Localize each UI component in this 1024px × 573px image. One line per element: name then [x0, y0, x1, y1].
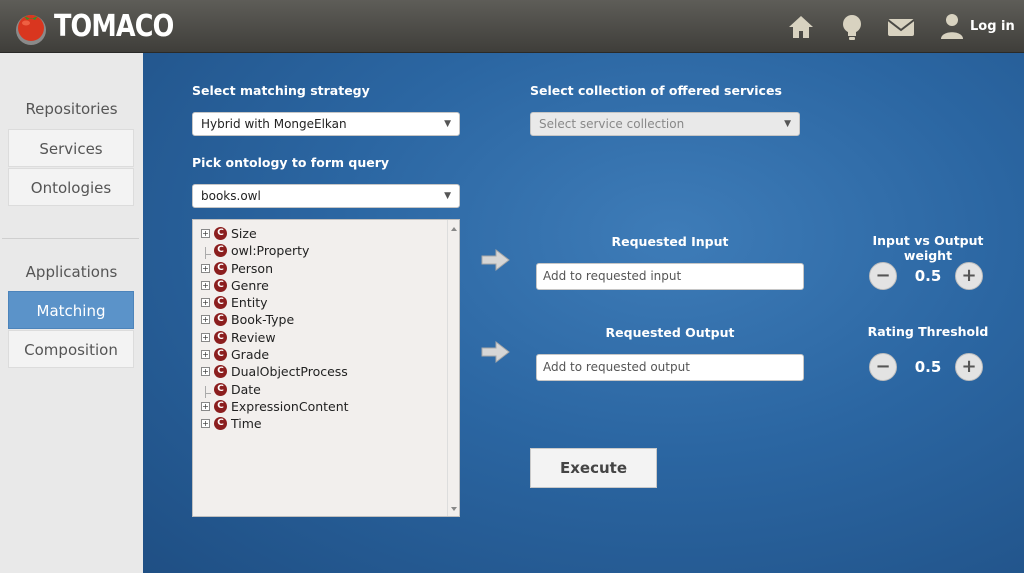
tree-node-label: Grade — [231, 347, 270, 362]
tree-node-label: Entity — [231, 295, 268, 310]
tree-node[interactable]: + C Genre — [201, 277, 269, 294]
login-button[interactable]: Log in — [940, 12, 1015, 40]
ontology-label: Pick ontology to form query — [192, 155, 390, 170]
sidebar-divider — [2, 238, 139, 239]
tree-node[interactable]: + C Entity — [201, 294, 268, 311]
class-icon: C — [214, 365, 227, 378]
user-icon — [941, 14, 963, 39]
tree-node[interactable]: + C Size — [201, 225, 257, 242]
tomato-icon — [16, 15, 46, 45]
expand-icon[interactable]: + — [201, 419, 210, 428]
top-bar: TOMACO Log in — [0, 0, 1024, 53]
class-icon: C — [214, 244, 227, 257]
tree-node-label: Review — [231, 330, 276, 345]
tree-node-label: owl:Property — [231, 243, 310, 258]
class-icon: C — [214, 383, 227, 396]
expand-icon[interactable]: + — [201, 264, 210, 273]
tree-node-label: Size — [231, 226, 257, 241]
tree-node-label: Person — [231, 261, 274, 276]
strategy-label: Select matching strategy — [192, 83, 370, 98]
weight-value: 0.5 — [914, 267, 942, 285]
tree-node[interactable]: C owl:Property — [201, 242, 309, 259]
arrow-right-icon — [481, 340, 510, 364]
expand-icon[interactable]: + — [201, 333, 210, 342]
lightbulb-icon[interactable] — [837, 12, 867, 42]
chevron-down-icon: ▼ — [444, 191, 451, 201]
collection-select[interactable]: Select service collection ▼ — [530, 112, 800, 136]
execute-button[interactable]: Execute — [530, 448, 657, 488]
expand-icon[interactable]: + — [201, 402, 210, 411]
class-icon: C — [214, 279, 227, 292]
sidebar-item-ontologies[interactable]: Ontologies — [8, 168, 134, 206]
tree-node-label: ExpressionContent — [231, 399, 349, 414]
threshold-label: Rating Threshold — [867, 324, 989, 339]
expand-icon[interactable]: + — [201, 367, 210, 376]
weight-decrement-button[interactable]: − — [869, 262, 897, 290]
expand-icon[interactable]: + — [201, 350, 210, 359]
class-icon: C — [214, 296, 227, 309]
login-label: Log in — [970, 18, 1015, 34]
app-logo[interactable]: TOMACO — [12, 6, 195, 46]
mail-icon[interactable] — [886, 12, 916, 42]
tree-node[interactable]: + C Review — [201, 329, 276, 346]
collection-label: Select collection of offered services — [530, 83, 782, 98]
threshold-decrement-button[interactable]: − — [869, 353, 897, 381]
class-icon: C — [214, 313, 227, 326]
sidebar-item-matching[interactable]: Matching — [8, 291, 134, 329]
requested-output-field[interactable]: Add to requested output — [536, 354, 804, 381]
requested-output-placeholder: Add to requested output — [543, 360, 690, 374]
scroll-arrows-icon — [451, 227, 457, 511]
tree-scrollbar[interactable] — [447, 220, 459, 516]
tree-node-label: Date — [231, 382, 261, 397]
expand-icon[interactable]: + — [201, 281, 210, 290]
tree-node-label: Time — [231, 416, 262, 431]
class-icon: C — [214, 262, 227, 275]
sidebar-heading-applications: Applications — [25, 263, 118, 281]
tree-node[interactable]: + C DualObjectProcess — [201, 363, 348, 380]
expand-icon[interactable]: + — [201, 315, 210, 324]
threshold-increment-button[interactable]: + — [955, 353, 983, 381]
requested-input-placeholder: Add to requested input — [543, 269, 682, 283]
app-title: TOMACO — [54, 8, 174, 44]
threshold-value: 0.5 — [914, 358, 942, 376]
tree-node[interactable]: + C Book-Type — [201, 311, 294, 328]
class-icon: C — [214, 348, 227, 361]
tree-node-label: DualObjectProcess — [231, 364, 348, 379]
expand-icon[interactable]: + — [201, 298, 210, 307]
class-icon: C — [214, 331, 227, 344]
main-panel: Select matching strategy Hybrid with Mon… — [143, 53, 1024, 573]
sidebar-item-services[interactable]: Services — [8, 129, 134, 167]
sidebar: Repositories Services Ontologies Applica… — [0, 53, 143, 573]
ontology-tree[interactable]: + C Size C owl:Property + C Person + C G… — [192, 219, 460, 517]
class-icon: C — [214, 400, 227, 413]
expand-icon[interactable]: + — [201, 229, 210, 238]
strategy-select[interactable]: Hybrid with MongeElkan ▼ — [192, 112, 460, 136]
sidebar-heading-repositories: Repositories — [25, 100, 118, 118]
tree-node[interactable]: + C Person — [201, 260, 273, 277]
chevron-down-icon: ▼ — [784, 119, 791, 129]
tree-node[interactable]: + C Grade — [201, 346, 269, 363]
tree-node[interactable]: C Date — [201, 381, 261, 398]
arrow-right-icon — [481, 248, 510, 272]
tree-node-label: Genre — [231, 278, 269, 293]
tree-node[interactable]: + C ExpressionContent — [201, 398, 349, 415]
tree-node-label: Book-Type — [231, 312, 295, 327]
requested-input-label: Requested Input — [611, 234, 729, 249]
chevron-down-icon: ▼ — [444, 119, 451, 129]
weight-increment-button[interactable]: + — [955, 262, 983, 290]
home-icon[interactable] — [786, 12, 816, 42]
sidebar-item-composition[interactable]: Composition — [8, 330, 134, 368]
requested-input-field[interactable]: Add to requested input — [536, 263, 804, 290]
class-icon: C — [214, 417, 227, 430]
class-icon: C — [214, 227, 227, 240]
tree-node[interactable]: + C Time — [201, 415, 262, 432]
collection-placeholder: Select service collection — [539, 117, 685, 131]
weight-label: Input vs Output weight — [872, 233, 984, 263]
requested-output-label: Requested Output — [605, 325, 735, 340]
ontology-select[interactable]: books.owl ▼ — [192, 184, 460, 208]
strategy-value: Hybrid with MongeElkan — [201, 117, 347, 131]
ontology-value: books.owl — [201, 189, 261, 203]
